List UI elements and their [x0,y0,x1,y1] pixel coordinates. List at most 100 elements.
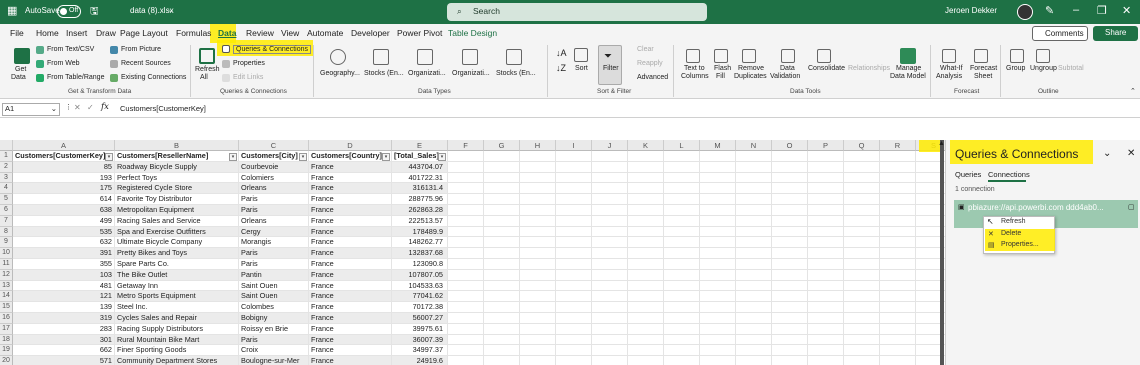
empty-cell[interactable] [808,183,844,195]
empty-cell[interactable] [772,226,808,238]
empty-cell[interactable] [556,226,592,238]
empty-cell[interactable] [844,356,880,365]
get-data-button[interactable]: Get [15,66,26,73]
empty-cell[interactable] [592,248,628,259]
empty-cell[interactable] [844,248,880,259]
tab-automate[interactable]: Automate [307,28,343,38]
empty-cell[interactable] [736,151,772,162]
empty-cell[interactable] [700,334,736,346]
empty-cell[interactable] [520,194,556,205]
empty-cell[interactable] [484,161,520,173]
empty-cell[interactable] [628,151,664,162]
avatar[interactable] [1017,4,1033,20]
empty-cell[interactable] [556,237,592,249]
empty-cell[interactable] [808,313,844,324]
empty-cell[interactable] [880,226,916,238]
table-cell[interactable]: Cergy [239,226,309,238]
empty-cell[interactable] [808,280,844,292]
empty-cell[interactable] [592,356,628,365]
empty-cell[interactable] [880,151,916,162]
sort-za-icon[interactable]: ↓Z [556,63,566,73]
empty-cell[interactable] [844,151,880,162]
empty-cell[interactable] [520,183,556,195]
stocks-button-2[interactable]: Stocks (En... [496,70,536,77]
empty-cell[interactable] [736,323,772,335]
table-cell[interactable]: Getaway Inn [115,280,239,292]
column-header[interactable]: M [700,140,736,151]
table-cell[interactable]: 85 [13,161,115,173]
empty-cell[interactable] [664,259,700,270]
empty-cell[interactable] [880,345,916,357]
empty-cell[interactable] [664,194,700,205]
table-cell[interactable]: Bobigny [239,313,309,324]
worksheet-grid[interactable]: ABCDEFGHIJKLMNOPQRS 1Customers[CustomerK… [0,140,945,365]
table-cell[interactable]: France [309,302,392,313]
row-header[interactable]: 9 [0,237,13,249]
relationships-button[interactable]: Relationships [848,65,890,72]
table-cell[interactable]: 288775.96 [392,194,448,205]
empty-cell[interactable] [448,183,484,195]
cancel-icon[interactable]: ✕ [74,103,81,112]
table-cell[interactable]: Saint Ouen [239,291,309,303]
empty-cell[interactable] [484,356,520,365]
table-cell[interactable]: 443704.07 [392,161,448,173]
empty-cell[interactable] [592,302,628,313]
table-cell[interactable]: France [309,215,392,227]
from-text-csv-button[interactable]: From Text/CSV [47,46,94,53]
empty-cell[interactable] [736,334,772,346]
empty-cell[interactable] [484,259,520,270]
table-cell[interactable]: France [309,161,392,173]
empty-cell[interactable] [448,172,484,184]
manage-data-model-label[interactable]: Data Model [890,73,926,80]
empty-cell[interactable] [808,269,844,281]
empty-cell[interactable] [880,259,916,270]
empty-cell[interactable] [448,205,484,216]
reapply-button[interactable]: Reapply [637,60,663,67]
empty-cell[interactable] [484,302,520,313]
table-cell[interactable]: 662 [13,345,115,357]
empty-cell[interactable] [520,291,556,303]
empty-cell[interactable] [664,172,700,184]
empty-cell[interactable] [664,215,700,227]
empty-cell[interactable] [628,356,664,365]
enter-icon[interactable]: ✓ [87,103,94,112]
empty-cell[interactable] [484,226,520,238]
empty-cell[interactable] [700,323,736,335]
empty-cell[interactable] [772,194,808,205]
clear-button[interactable]: Clear [637,46,654,53]
table-cell[interactable]: Paris [239,205,309,216]
empty-cell[interactable] [628,291,664,303]
empty-cell[interactable] [664,313,700,324]
table-cell[interactable]: 193 [13,172,115,184]
empty-cell[interactable] [808,248,844,259]
table-cell[interactable]: Paris [239,194,309,205]
empty-cell[interactable] [736,215,772,227]
empty-cell[interactable] [808,226,844,238]
empty-cell[interactable] [448,313,484,324]
empty-cell[interactable] [736,356,772,365]
row-header[interactable]: 4 [0,183,13,195]
close-icon[interactable]: ✕ [1127,148,1135,159]
remove-duplicates-label[interactable]: Duplicates [734,73,767,80]
table-cell[interactable]: Colombes [239,302,309,313]
empty-cell[interactable] [664,323,700,335]
empty-cell[interactable] [844,259,880,270]
table-cell[interactable]: France [309,345,392,357]
name-box[interactable]: A1 ⌄ [2,103,60,116]
empty-cell[interactable] [844,269,880,281]
pane-resize-handle[interactable] [940,140,944,365]
empty-cell[interactable] [664,226,700,238]
empty-cell[interactable] [808,323,844,335]
empty-cell[interactable] [664,345,700,357]
empty-cell[interactable] [556,280,592,292]
empty-cell[interactable] [592,205,628,216]
table-cell[interactable]: 401722.31 [392,172,448,184]
tab-developer[interactable]: Developer [351,28,390,38]
empty-cell[interactable] [880,183,916,195]
column-header[interactable]: H [520,140,556,151]
empty-cell[interactable] [664,356,700,365]
empty-cell[interactable] [484,194,520,205]
row-header[interactable]: 18 [0,334,13,346]
search-box[interactable]: ⌕ Search [447,3,707,21]
empty-cell[interactable] [844,280,880,292]
